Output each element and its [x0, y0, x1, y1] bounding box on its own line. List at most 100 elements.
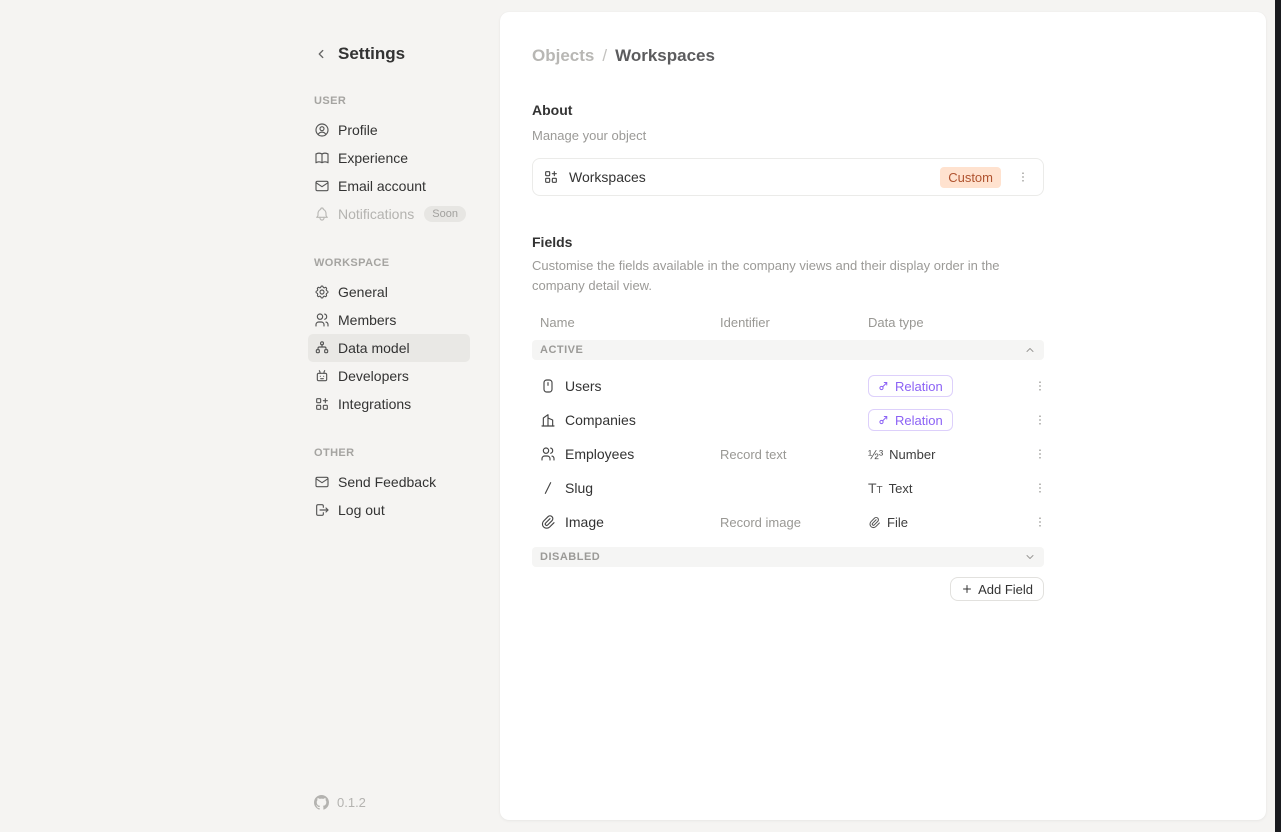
user-circle-icon	[314, 122, 330, 138]
settings-title: Settings	[338, 44, 405, 64]
sidebar-item-label: Integrations	[338, 396, 411, 412]
row-menu-button[interactable]	[1028, 408, 1052, 432]
slash-icon	[540, 480, 556, 496]
sidebar-item-label: General	[338, 284, 388, 300]
table-row-slug: Slug Tt Text	[532, 471, 1044, 505]
building-icon	[540, 412, 556, 428]
breadcrumb-objects[interactable]: Objects	[532, 46, 594, 66]
disabled-group-bar[interactable]: DISABLED	[532, 547, 1044, 567]
bell-icon	[314, 206, 330, 222]
table-row-image: Image Record image File	[532, 505, 1044, 539]
add-field-button[interactable]: Add Field	[950, 577, 1044, 601]
sidebar-item-label: Data model	[338, 340, 410, 356]
mail-icon	[314, 474, 330, 490]
sidebar-item-send-feedback[interactable]: Send Feedback	[308, 468, 470, 496]
table-row-users: Users Relation	[532, 369, 1044, 403]
column-identifier: Identifier	[720, 315, 868, 330]
field-name: Slug	[565, 480, 593, 496]
sidebar-item-members[interactable]: Members	[308, 306, 470, 334]
mail-icon	[314, 178, 330, 194]
column-datatype: Data type	[868, 315, 1028, 330]
nav-section-other-label: OTHER	[308, 447, 470, 463]
disabled-group-label: DISABLED	[540, 551, 600, 563]
field-name: Employees	[565, 446, 634, 462]
object-name: Workspaces	[569, 169, 940, 185]
field-name: Users	[565, 378, 602, 394]
sidebar-item-label: Notifications	[338, 206, 414, 222]
sidebar-item-label: Email account	[338, 178, 426, 194]
sidebar-item-label: Developers	[338, 368, 409, 384]
number-icon: ½³	[868, 448, 883, 461]
sidebar-item-general[interactable]: General	[308, 278, 470, 306]
sidebar-item-profile[interactable]: Profile	[308, 116, 470, 144]
users-icon	[314, 312, 330, 328]
field-type: Number	[889, 447, 935, 462]
active-group-bar[interactable]: ACTIVE	[532, 340, 1044, 360]
field-name: Companies	[565, 412, 636, 428]
about-subheading: Manage your object	[532, 126, 1044, 146]
mouse-icon	[540, 378, 556, 394]
field-identifier: Record text	[720, 447, 868, 462]
app-version: 0.1.2	[314, 795, 366, 810]
logout-icon	[314, 502, 330, 518]
object-menu-button[interactable]	[1011, 165, 1035, 189]
sidebar-item-label: Send Feedback	[338, 474, 436, 490]
robot-icon	[314, 368, 330, 384]
relation-icon	[878, 414, 890, 426]
sidebar-item-log-out[interactable]: Log out	[308, 496, 470, 524]
about-heading: About	[532, 100, 1044, 120]
version-label: 0.1.2	[337, 795, 366, 810]
table-row-companies: Companies Relation	[532, 403, 1044, 437]
field-name: Image	[565, 514, 604, 530]
field-type: Text	[889, 481, 913, 496]
soon-badge: Soon	[424, 206, 466, 222]
fields-table-header: Name Identifier Data type	[532, 312, 1044, 332]
sidebar-item-developers[interactable]: Developers	[308, 362, 470, 390]
row-menu-button[interactable]	[1028, 374, 1052, 398]
relation-badge[interactable]: Relation	[868, 409, 953, 431]
object-card: Workspaces Custom	[532, 158, 1044, 196]
sidebar-item-label: Log out	[338, 502, 385, 518]
github-icon	[314, 795, 329, 810]
row-menu-button[interactable]	[1028, 476, 1052, 500]
custom-badge: Custom	[940, 167, 1001, 188]
field-type: File	[887, 515, 908, 530]
fields-rows: Users Relation Comp	[532, 369, 1044, 539]
breadcrumb-separator: /	[602, 46, 607, 66]
sidebar-item-integrations[interactable]: Integrations	[308, 390, 470, 418]
column-name: Name	[540, 315, 720, 330]
chevron-down-icon	[1024, 551, 1036, 563]
chevron-left-icon[interactable]	[314, 47, 328, 61]
paperclip-icon	[540, 514, 556, 530]
settings-sidebar: Settings USER Profile Experience Email a…	[308, 0, 470, 832]
sidebar-item-notifications: Notifications Soon	[308, 200, 470, 228]
table-row-employees: Employees Record text ½³ Number	[532, 437, 1044, 471]
text-icon: Tt	[868, 481, 883, 495]
sidebar-item-label: Experience	[338, 150, 408, 166]
nav-section-user-label: USER	[308, 95, 470, 111]
breadcrumb: Objects / Workspaces	[532, 12, 1044, 68]
nav-section-workspace-label: WORKSPACE	[308, 257, 470, 273]
sidebar-item-email-account[interactable]: Email account	[308, 172, 470, 200]
breadcrumb-workspaces: Workspaces	[615, 46, 715, 66]
field-identifier: Record image	[720, 515, 868, 530]
sidebar-item-experience[interactable]: Experience	[308, 144, 470, 172]
hierarchy-icon	[314, 340, 330, 356]
plus-icon	[961, 583, 973, 595]
settings-header[interactable]: Settings	[308, 42, 470, 66]
fields-heading: Fields	[532, 232, 1044, 252]
paperclip-icon	[868, 516, 881, 529]
sidebar-item-data-model[interactable]: Data model	[308, 334, 470, 362]
row-menu-button[interactable]	[1028, 510, 1052, 534]
active-group-label: ACTIVE	[540, 344, 583, 356]
fields-description: Customise the fields available in the co…	[532, 256, 1044, 296]
row-menu-button[interactable]	[1028, 442, 1052, 466]
add-field-label: Add Field	[978, 582, 1033, 597]
settings-main-panel: Objects / Workspaces About Manage your o…	[500, 12, 1266, 820]
chevron-up-icon	[1024, 344, 1036, 356]
users-icon	[540, 446, 556, 462]
sidebar-item-label: Profile	[338, 122, 378, 138]
relation-badge[interactable]: Relation	[868, 375, 953, 397]
gear-icon	[314, 284, 330, 300]
sidebar-item-label: Members	[338, 312, 396, 328]
